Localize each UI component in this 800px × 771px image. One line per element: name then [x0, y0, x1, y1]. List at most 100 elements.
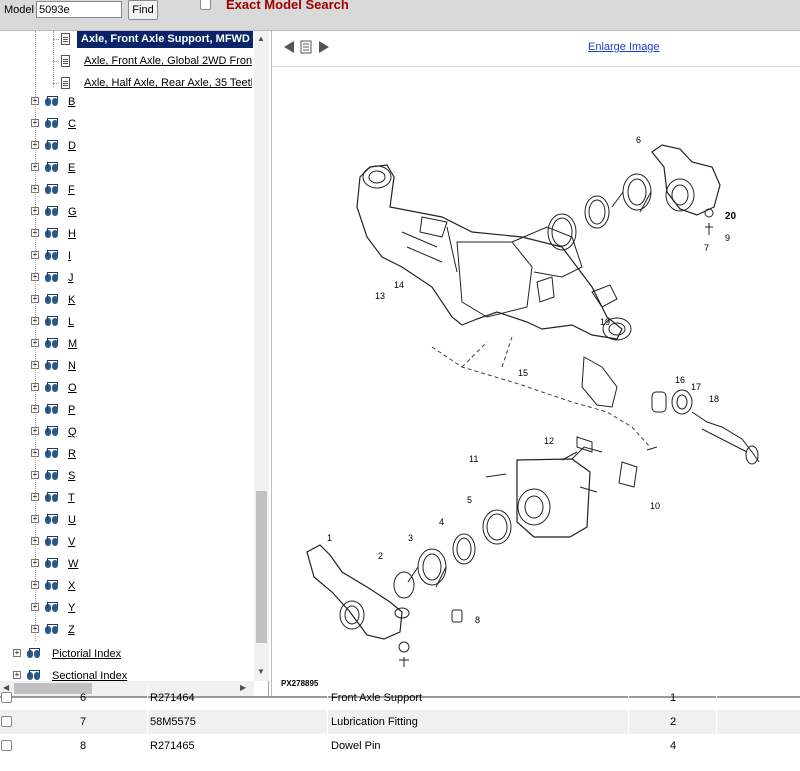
expand-icon[interactable]: + [13, 649, 21, 657]
expand-icon[interactable]: + [31, 361, 39, 369]
tree-item-letter[interactable]: + J [31, 269, 251, 289]
tree-letter-link[interactable]: Z [68, 624, 75, 636]
expand-icon[interactable]: + [13, 671, 21, 679]
scrollbar-thumb[interactable] [256, 491, 267, 643]
expand-icon[interactable]: + [31, 405, 39, 413]
tree-item-letter[interactable]: + L [31, 313, 251, 333]
tree-item-letter[interactable]: + S [31, 467, 251, 487]
tree-item-letter[interactable]: + I [31, 247, 251, 267]
expand-icon[interactable]: + [31, 119, 39, 127]
tree-doc-link[interactable]: Axle, Front Axle, Global 2WD Front [84, 55, 252, 67]
expand-icon[interactable]: + [31, 449, 39, 457]
find-button[interactable]: Find [128, 0, 158, 20]
scroll-down-icon[interactable]: ▼ [257, 667, 265, 676]
tree-doc-label[interactable]: Axle, Front Axle Support, MFWD F [77, 31, 253, 48]
tree-letter-link[interactable]: K [68, 294, 75, 306]
table-row[interactable]: 8 R271465 Dowel Pin 4 [0, 734, 800, 758]
expand-icon[interactable]: + [31, 427, 39, 435]
tree-item-letter[interactable]: + D [31, 137, 251, 157]
enlarge-image-link[interactable]: Enlarge Image [588, 41, 660, 53]
tree-letter-link[interactable]: H [68, 228, 76, 240]
tree-item-letter[interactable]: + N [31, 357, 251, 377]
page-icon[interactable] [299, 40, 313, 54]
expand-icon[interactable]: + [31, 515, 39, 523]
expand-icon[interactable]: + [31, 383, 39, 391]
expand-icon[interactable]: + [31, 97, 39, 105]
tree-item-letter[interactable]: + C [31, 115, 251, 135]
expand-icon[interactable]: + [31, 471, 39, 479]
previous-arrow-icon[interactable] [282, 40, 296, 54]
scroll-up-icon[interactable]: ▲ [257, 34, 265, 43]
tree-letter-link[interactable]: B [68, 96, 75, 108]
tree-item-letter[interactable]: + X [31, 577, 251, 597]
tree-letter-link[interactable]: O [68, 382, 77, 394]
expand-icon[interactable]: + [31, 273, 39, 281]
expand-icon[interactable]: + [31, 207, 39, 215]
model-search-input[interactable] [36, 1, 122, 18]
expand-icon[interactable]: + [31, 229, 39, 237]
tree-item-letter[interactable]: + V [31, 533, 251, 553]
exact-model-search-checkbox[interactable] [200, 0, 211, 10]
tree-item-letter[interactable]: + U [31, 511, 251, 531]
tree-letter-link[interactable]: U [68, 514, 76, 526]
tree-item-letter[interactable]: + G [31, 203, 251, 223]
tree-letter-link[interactable]: M [68, 338, 77, 350]
tree-letter-link[interactable]: Q [68, 426, 77, 438]
tree-letter-link[interactable]: S [68, 470, 75, 482]
tree-letter-link[interactable]: J [68, 272, 74, 284]
tree-letter-link[interactable]: D [68, 140, 76, 152]
tree-doc-link[interactable]: Axle, Half Axle, Rear Axle, 35 Teeth [84, 77, 252, 89]
row-select-checkbox[interactable] [1, 692, 12, 703]
tree-item-letter[interactable]: + M [31, 335, 251, 355]
tree-letter-link[interactable]: W [68, 558, 78, 570]
expand-icon[interactable]: + [31, 339, 39, 347]
tree-letter-link[interactable]: N [68, 360, 76, 372]
expand-icon[interactable]: + [31, 185, 39, 193]
row-select-checkbox[interactable] [1, 716, 12, 727]
tree-letter-link[interactable]: X [68, 580, 75, 592]
tree-doc-item[interactable]: Axle, Half Axle, Rear Axle, 35 Teeth [53, 75, 253, 95]
expand-icon[interactable]: + [31, 317, 39, 325]
tree-letter-link[interactable]: Y [68, 602, 75, 614]
tree-letter-link[interactable]: P [68, 404, 75, 416]
expand-icon[interactable]: + [31, 537, 39, 545]
tree-letter-link[interactable]: C [68, 118, 76, 130]
next-arrow-icon[interactable] [317, 40, 331, 54]
tree-item-letter[interactable]: + W [31, 555, 251, 575]
tree-letter-link[interactable]: G [68, 206, 77, 218]
tree-item-letter[interactable]: + T [31, 489, 251, 509]
expand-icon[interactable]: + [31, 603, 39, 611]
tree-letter-link[interactable]: F [68, 184, 75, 196]
tree-item-pictorial-index[interactable]: + Pictorial Index [13, 645, 253, 665]
tree-item-letter[interactable]: + K [31, 291, 251, 311]
tree-letter-link[interactable]: V [68, 536, 75, 548]
expand-icon[interactable]: + [31, 493, 39, 501]
tree-item-letter[interactable]: + Q [31, 423, 251, 443]
expand-icon[interactable]: + [31, 581, 39, 589]
tree-item-letter[interactable]: + O [31, 379, 251, 399]
tree-doc-item[interactable]: Axle, Front Axle Support, MFWD F [53, 31, 253, 51]
expand-icon[interactable]: + [31, 625, 39, 633]
expand-icon[interactable]: + [31, 163, 39, 171]
tree-letter-link[interactable]: T [68, 492, 75, 504]
tree-item-letter[interactable]: + E [31, 159, 251, 179]
tree-item-letter[interactable]: + Y [31, 599, 251, 619]
tree-item-letter[interactable]: + P [31, 401, 251, 421]
table-row[interactable]: 6 R271464 Front Axle Support 1 [0, 686, 800, 710]
tree-letter-link[interactable]: L [68, 316, 74, 328]
tree-item-letter[interactable]: + Z [31, 621, 251, 641]
tree-item-letter[interactable]: + R [31, 445, 251, 465]
expand-icon[interactable]: + [31, 141, 39, 149]
tree-letter-link[interactable]: I [68, 250, 71, 262]
tree-item-letter[interactable]: + B [31, 93, 251, 113]
row-select-checkbox[interactable] [1, 740, 12, 751]
tree-item-letter[interactable]: + F [31, 181, 251, 201]
expand-icon[interactable]: + [31, 251, 39, 259]
expand-icon[interactable]: + [31, 559, 39, 567]
tree-vertical-scrollbar[interactable]: ▲ ▼ [254, 31, 269, 681]
tree-letter-link[interactable]: R [68, 448, 76, 460]
tree-letter-link[interactable]: E [68, 162, 75, 174]
tree-index-link[interactable]: Pictorial Index [52, 648, 121, 660]
expand-icon[interactable]: + [31, 295, 39, 303]
tree-item-letter[interactable]: + H [31, 225, 251, 245]
